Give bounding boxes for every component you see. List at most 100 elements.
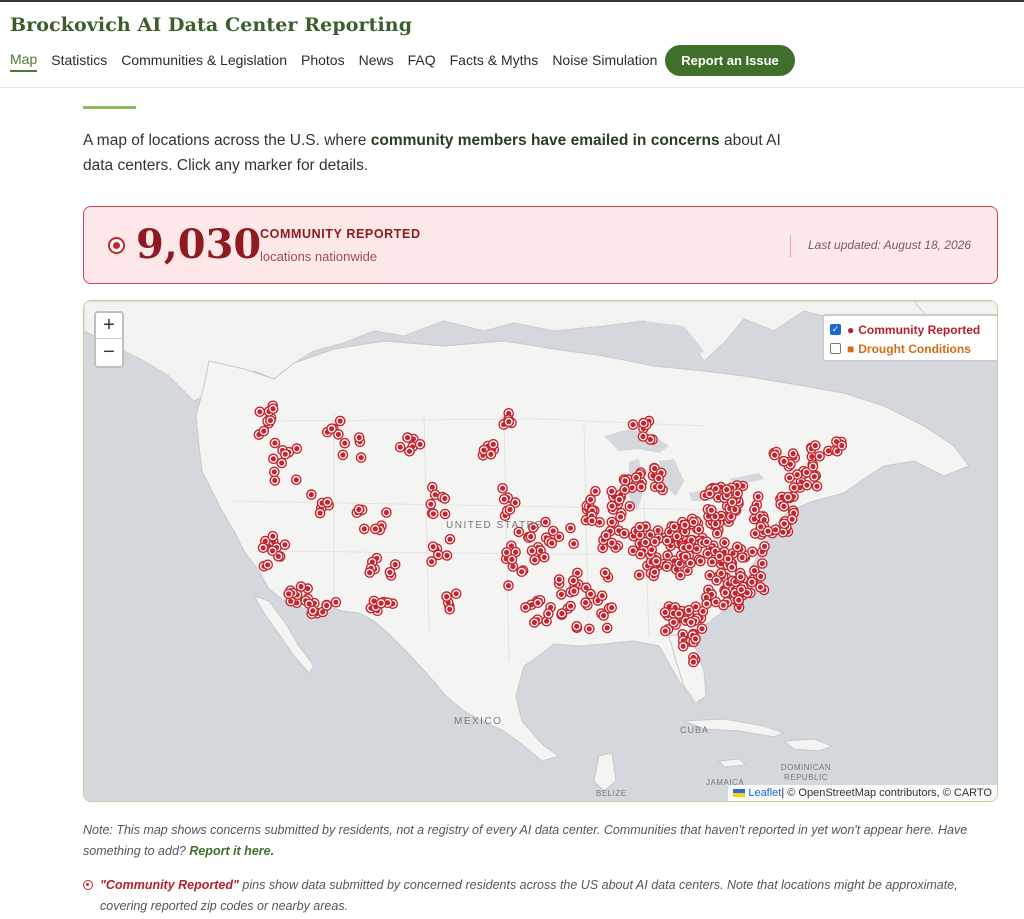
report-marker[interactable] [711, 528, 723, 539]
report-marker[interactable] [590, 485, 601, 497]
report-marker[interactable] [441, 591, 452, 602]
report-marker[interactable] [283, 588, 294, 600]
report-marker[interactable] [506, 554, 518, 565]
report-marker[interactable] [755, 571, 767, 582]
report-marker[interactable] [326, 423, 337, 434]
report-marker[interactable] [732, 488, 743, 499]
report-marker[interactable] [262, 559, 273, 571]
report-marker[interactable] [659, 607, 671, 618]
report-marker[interactable] [450, 588, 462, 600]
report-marker[interactable] [615, 511, 626, 523]
nav-communities-legislation[interactable]: Communities & Legislation [121, 52, 287, 71]
report-marker[interactable] [295, 581, 307, 592]
report-marker[interactable] [389, 559, 401, 570]
report-marker[interactable] [696, 623, 708, 635]
report-marker[interactable] [714, 550, 725, 562]
report-marker[interactable] [784, 472, 795, 484]
report-marker[interactable] [706, 504, 717, 516]
report-marker[interactable] [257, 542, 269, 554]
report-marker[interactable] [276, 457, 287, 469]
report-marker[interactable] [704, 488, 715, 499]
report-marker[interactable] [701, 598, 713, 610]
report-marker[interactable] [568, 538, 580, 549]
report-marker[interactable] [749, 504, 760, 515]
report-marker[interactable] [801, 479, 813, 491]
report-marker[interactable] [726, 561, 738, 573]
report-marker[interactable] [339, 437, 351, 449]
report-marker[interactable] [565, 522, 576, 534]
report-marker[interactable] [381, 507, 392, 518]
report-marker[interactable] [583, 623, 595, 635]
report-marker[interactable] [580, 597, 591, 608]
report-marker[interactable] [733, 594, 745, 606]
report-marker[interactable] [788, 482, 800, 493]
report-marker[interactable] [726, 496, 738, 508]
nav-facts-myths[interactable]: Facts & Myths [450, 52, 539, 71]
report-marker[interactable] [661, 535, 673, 547]
report-marker[interactable] [601, 622, 613, 634]
report-marker[interactable] [637, 431, 649, 442]
report-marker[interactable] [814, 450, 825, 462]
report-marker[interactable] [414, 438, 426, 450]
report-marker[interactable] [651, 555, 662, 567]
report-marker[interactable] [404, 445, 415, 457]
report-marker[interactable] [693, 524, 705, 535]
report-marker[interactable] [444, 533, 456, 545]
report-marker[interactable] [353, 432, 365, 443]
report-marker[interactable] [638, 417, 649, 429]
report-marker[interactable] [649, 536, 661, 547]
report-marker[interactable] [735, 571, 746, 583]
report-marker[interactable] [504, 504, 516, 515]
report-marker[interactable] [755, 581, 766, 593]
report-it-here-link[interactable]: Report it here. [189, 844, 274, 858]
drought-conditions-checkbox[interactable] [830, 343, 841, 354]
report-marker[interactable] [402, 432, 413, 443]
nav-statistics[interactable]: Statistics [51, 52, 107, 71]
report-marker[interactable] [619, 475, 631, 487]
report-marker[interactable] [364, 567, 376, 578]
report-marker[interactable] [807, 461, 819, 472]
report-marker[interactable] [649, 566, 660, 578]
report-marker[interactable] [782, 491, 794, 503]
report-marker[interactable] [599, 567, 611, 579]
report-marker[interactable] [787, 448, 799, 459]
report-marker[interactable] [265, 415, 276, 426]
report-marker[interactable] [811, 480, 823, 492]
report-marker[interactable] [254, 406, 266, 418]
report-marker[interactable] [314, 507, 326, 519]
report-marker[interactable] [618, 528, 630, 539]
report-marker[interactable] [425, 498, 437, 510]
report-marker[interactable] [778, 501, 790, 512]
nav-faq[interactable]: FAQ [408, 52, 436, 71]
leaflet-link[interactable]: Leaflet [748, 787, 781, 799]
report-marker[interactable] [279, 448, 291, 460]
report-marker[interactable] [394, 441, 406, 453]
report-marker[interactable] [586, 515, 598, 527]
report-marker[interactable] [701, 536, 713, 548]
report-marker[interactable] [677, 640, 689, 652]
report-marker[interactable] [836, 440, 848, 451]
report-issue-button[interactable]: Report an Issue [665, 45, 795, 76]
report-marker[interactable] [538, 551, 550, 563]
nav-map[interactable]: Map [10, 51, 38, 72]
report-marker[interactable] [721, 484, 733, 495]
report-marker[interactable] [596, 590, 608, 602]
report-marker[interactable] [685, 557, 696, 569]
report-marker[interactable] [526, 545, 538, 556]
report-marker[interactable] [627, 419, 639, 430]
report-marker[interactable] [267, 545, 278, 557]
report-marker[interactable] [688, 656, 699, 668]
nav-news[interactable]: News [359, 52, 394, 71]
report-marker[interactable] [553, 574, 565, 585]
report-marker[interactable] [634, 521, 646, 533]
report-marker[interactable] [556, 608, 568, 619]
report-marker[interactable] [444, 603, 456, 615]
report-marker[interactable] [321, 600, 332, 611]
report-marker[interactable] [516, 566, 528, 578]
report-marker[interactable] [606, 516, 618, 528]
report-marker[interactable] [762, 525, 774, 537]
report-marker[interactable] [439, 493, 451, 504]
report-marker[interactable] [630, 472, 642, 483]
report-marker[interactable] [711, 575, 722, 586]
report-marker[interactable] [337, 449, 349, 461]
